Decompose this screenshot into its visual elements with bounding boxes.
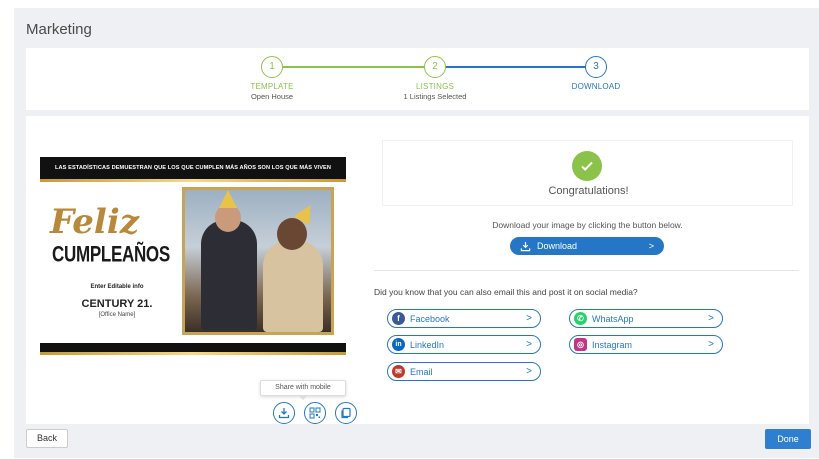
download-icon-button[interactable] (273, 402, 295, 424)
qr-code-icon (309, 407, 321, 419)
email-button[interactable]: ✉ Email > (387, 362, 541, 381)
chevron-right-icon: > (708, 313, 714, 324)
flyer-footer-bar (40, 343, 346, 352)
social-question: Did you know that you can also email thi… (374, 287, 638, 297)
congrats-message: Congratulations! (548, 185, 629, 197)
gold-stripe (40, 179, 346, 182)
step-template: 1 TEMPLATE Open House (212, 56, 332, 101)
step-sub: Open House (250, 92, 294, 101)
back-button[interactable]: Back (26, 429, 68, 448)
footer-bar: Back Done (14, 424, 819, 458)
step-download: 3 DOWNLOAD (536, 56, 656, 91)
gold-stripe (40, 352, 346, 355)
flyer-photo (182, 187, 334, 335)
download-button[interactable]: Download > (510, 237, 664, 255)
facebook-label: Facebook (410, 313, 450, 324)
whatsapp-button[interactable]: ✆ WhatsApp > (569, 309, 723, 328)
office-name: [Office Name] (98, 312, 136, 318)
instagram-label: Instagram (592, 339, 633, 350)
step-number: 1 (261, 56, 283, 78)
instagram-button[interactable]: ◎ Instagram > (569, 335, 723, 354)
congrats-card: Congratulations! (382, 140, 793, 206)
copy-icon (341, 407, 351, 419)
linkedin-label: LinkedIn (410, 339, 445, 350)
brand-logo: CENTURY 21. (81, 298, 153, 310)
step-label: TEMPLATE (250, 82, 294, 91)
page-title: Marketing (26, 21, 92, 38)
flyer-banner: LAS ESTADÍSTICAS DEMUESTRAN QUE LOS QUE … (40, 157, 346, 179)
check-icon (572, 151, 602, 181)
facebook-button[interactable]: f Facebook > (387, 309, 541, 328)
main-panel: LAS ESTADÍSTICAS DEMUESTRAN QUE LOS QUE … (26, 116, 809, 424)
whatsapp-label: WhatsApp (592, 313, 634, 324)
chevron-right-icon: > (648, 241, 654, 251)
step-label: LISTINGS (415, 82, 455, 91)
marketing-page: Marketing 1 TEMPLATE Open House 2 LISTIN… (14, 8, 819, 458)
step-number: 2 (424, 56, 446, 78)
chevron-right-icon: > (526, 339, 532, 350)
download-label: Download (537, 241, 578, 251)
flyer-subheadline: CUMPLEAÑOS (52, 242, 170, 267)
email-icon: ✉ (392, 365, 405, 378)
whatsapp-icon: ✆ (574, 312, 587, 325)
step-label: DOWNLOAD (571, 82, 621, 91)
editable-info: Enter Editable info (90, 284, 144, 290)
done-button[interactable]: Done (765, 429, 811, 449)
qr-code-button[interactable] (304, 402, 326, 424)
flyer-headline: Feliz (50, 202, 140, 242)
chevron-right-icon: > (526, 366, 532, 377)
step-sub: 1 Listings Selected (403, 92, 467, 101)
download-icon (520, 241, 531, 251)
flyer-preview: LAS ESTADÍSTICAS DEMUESTRAN QUE LOS QUE … (40, 132, 346, 372)
share-tooltip: Share with mobile (260, 380, 346, 396)
linkedin-button[interactable]: in LinkedIn > (387, 335, 541, 354)
email-label: Email (410, 366, 433, 377)
download-icon (278, 408, 290, 419)
linkedin-icon: in (392, 338, 405, 351)
step-listings: 2 LISTINGS 1 Listings Selected (375, 56, 495, 101)
chevron-right-icon: > (708, 339, 714, 350)
copy-button[interactable] (335, 402, 357, 424)
chevron-right-icon: > (526, 313, 532, 324)
instagram-icon: ◎ (574, 338, 587, 351)
download-instruction: Download your image by clicking the butt… (492, 220, 683, 230)
progress-stepper: 1 TEMPLATE Open House 2 LISTINGS 1 Listi… (26, 48, 809, 110)
divider (374, 270, 799, 271)
step-number: 3 (585, 56, 607, 78)
facebook-icon: f (392, 312, 405, 325)
